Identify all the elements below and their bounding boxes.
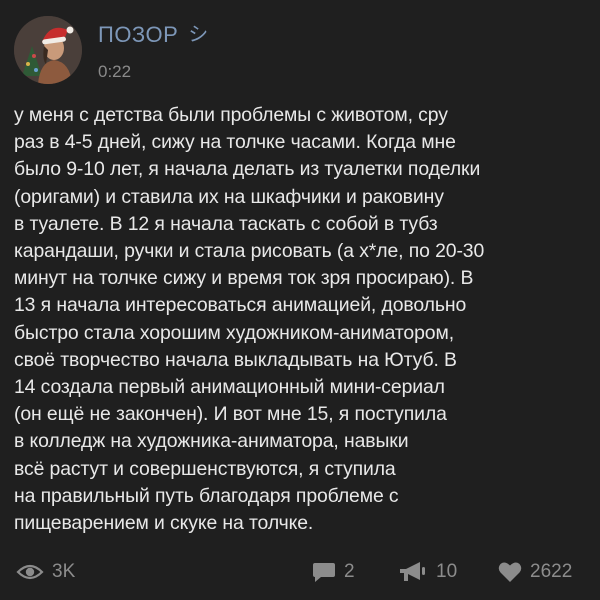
- author-name-link[interactable]: ПОЗОР シ: [98, 22, 209, 48]
- post-header: ПОЗОР シ 0:22: [14, 16, 209, 86]
- author-block: ПОЗОР シ 0:22: [98, 22, 209, 82]
- post-card: ПОЗОР シ 0:22 у меня с детства были пробл…: [0, 0, 600, 600]
- comment-icon: [313, 563, 335, 582]
- post-footer: 3K 2 10 2622: [0, 555, 600, 589]
- author-name[interactable]: ПОЗОР: [98, 22, 178, 48]
- reposts-button[interactable]: 10: [398, 555, 457, 589]
- post-timestamp[interactable]: 0:22: [98, 62, 209, 82]
- avatar-image: [14, 16, 82, 84]
- likes-button[interactable]: 2622: [498, 555, 572, 589]
- heart-icon: [498, 562, 522, 582]
- views-counter: 3K: [16, 555, 75, 589]
- reposts-count: 10: [436, 561, 458, 582]
- comments-button[interactable]: 2: [312, 555, 355, 589]
- megaphone-icon: [400, 562, 425, 581]
- likes-count: 2622: [530, 561, 573, 582]
- eye-icon: [16, 564, 44, 580]
- avatar[interactable]: [14, 16, 82, 84]
- comments-count: 2: [344, 561, 355, 582]
- views-count: 3K: [52, 561, 76, 582]
- author-name-symbol: シ: [188, 24, 209, 46]
- post-text: у меня с детства были проблемы с животом…: [14, 104, 485, 535]
